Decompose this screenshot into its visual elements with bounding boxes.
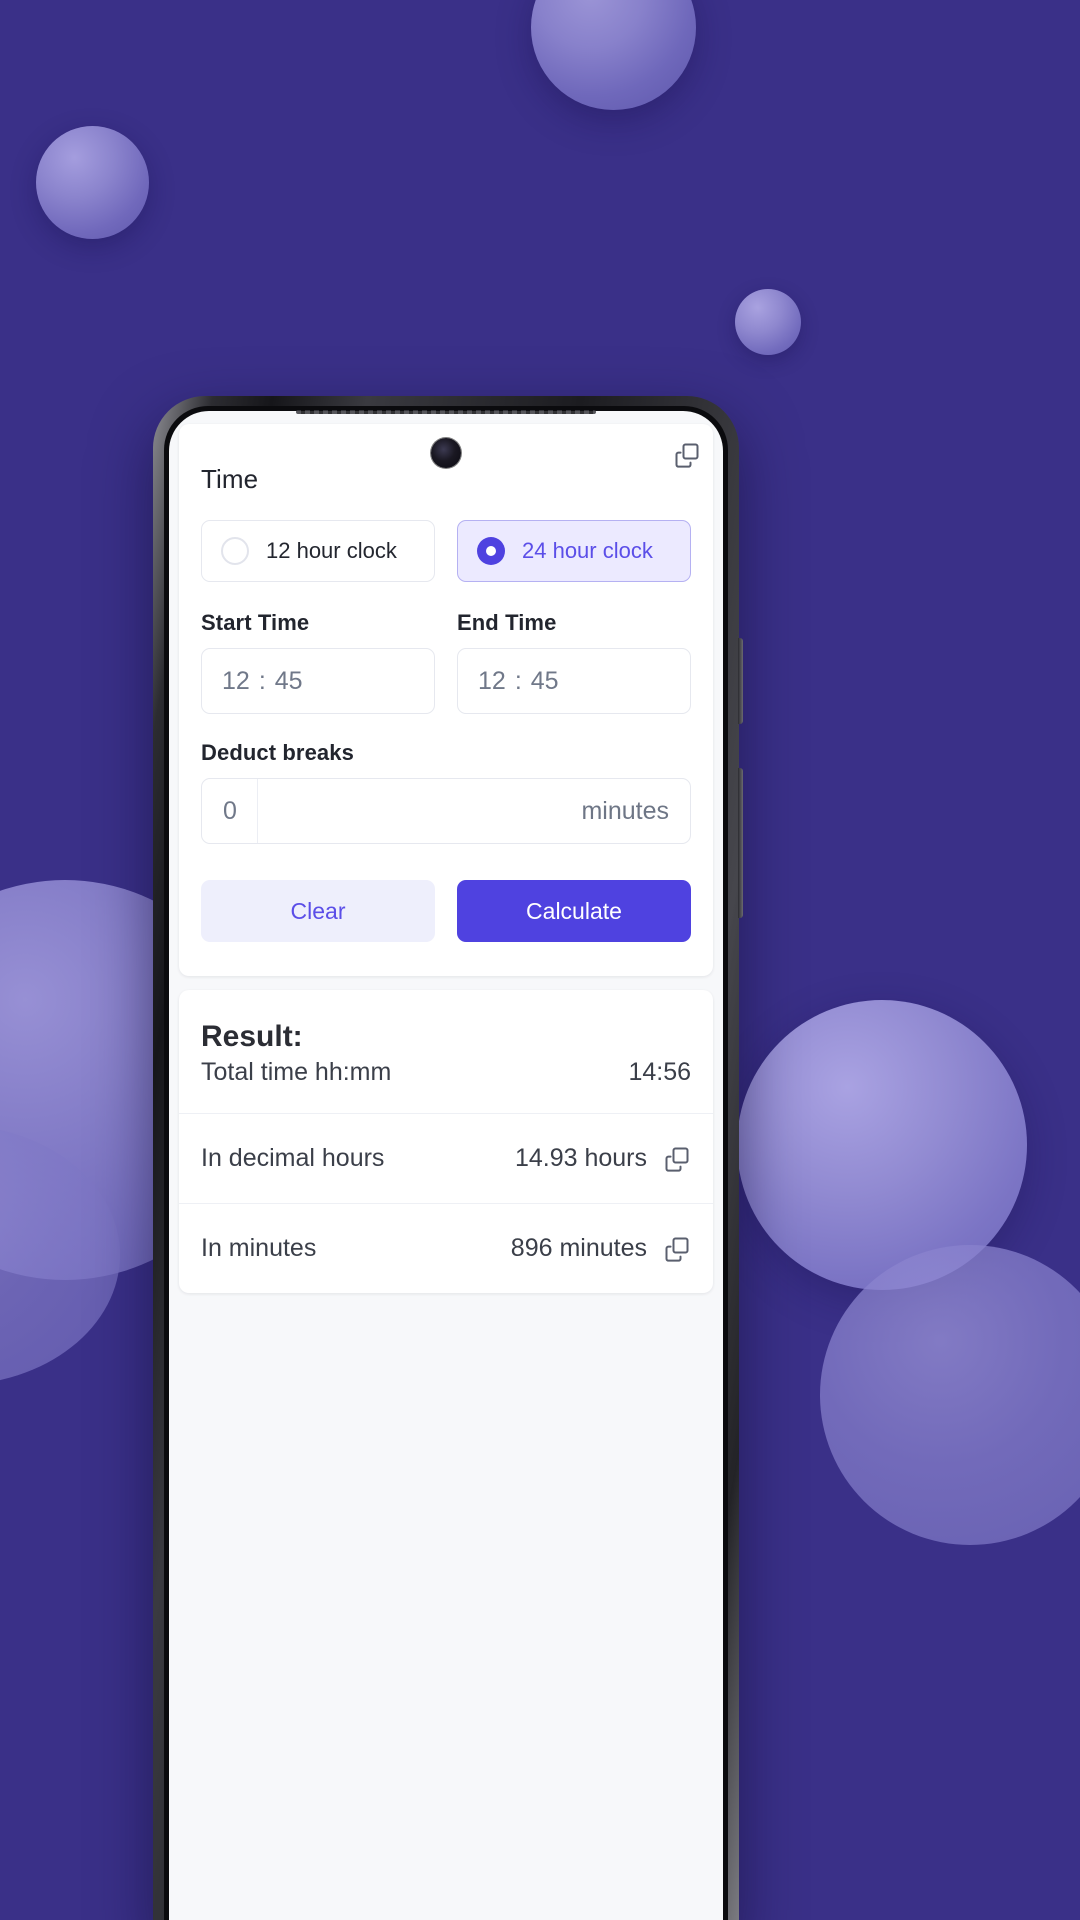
end-time-hours[interactable]: 12: [478, 667, 506, 696]
phone-mockup: Time 12 hour clock 24 hour clock Start T…: [153, 396, 743, 1920]
front-camera-icon: [431, 438, 461, 468]
result-row-label: In minutes: [201, 1234, 317, 1262]
phone-bezel: Time 12 hour clock 24 hour clock Start T…: [164, 406, 728, 1920]
copy-icon[interactable]: [663, 1235, 691, 1263]
phone-power-button: [738, 768, 743, 918]
result-row-value: 14.93 hours: [514, 1144, 647, 1172]
deduct-breaks-label: Deduct breaks: [201, 740, 354, 765]
start-time-separator: :: [258, 666, 266, 695]
radio-checked-icon: [477, 537, 505, 565]
clear-button[interactable]: Clear: [201, 880, 435, 942]
calculate-button[interactable]: Calculate: [457, 880, 691, 942]
result-row-value: 896 minutes: [510, 1234, 647, 1262]
page-title: Time: [201, 464, 259, 494]
start-time-hours[interactable]: 12: [222, 667, 250, 696]
action-buttons-row: Clear Calculate: [201, 880, 691, 942]
result-row-total-time: Total time hh:mm 14:56: [179, 1054, 713, 1113]
radio-unchecked-icon: [221, 537, 249, 565]
start-time-group: Start Time 12 : 45: [201, 610, 435, 714]
decorative-sphere: [531, 0, 696, 110]
result-title: Result:: [201, 1020, 303, 1053]
radio-option-label: 12 hour clock: [266, 538, 397, 563]
radio-option-label: 24 hour clock: [522, 538, 653, 563]
deduct-breaks-unit: minutes: [581, 796, 669, 825]
result-row-decimal-hours: In decimal hours 14.93 hours: [179, 1113, 713, 1203]
phone-volume-button: [738, 638, 743, 724]
radio-option-12-hour-clock[interactable]: 12 hour clock: [201, 520, 435, 582]
phone-earpiece: [296, 410, 596, 414]
result-row-label: Total time hh:mm: [201, 1058, 392, 1086]
clock-format-radio-group: 12 hour clock 24 hour clock: [201, 520, 691, 582]
decorative-sphere: [820, 1245, 1080, 1545]
start-time-input[interactable]: 12 : 45: [201, 648, 435, 714]
end-time-input[interactable]: 12 : 45: [457, 648, 691, 714]
decorative-sphere: [36, 126, 149, 239]
deduct-breaks-group: Deduct breaks 0 minutes: [201, 740, 691, 844]
copy-icon[interactable]: [663, 1145, 691, 1173]
time-fields-row: Start Time 12 : 45 End Time 12 : 45: [201, 610, 691, 714]
decorative-sphere: [735, 289, 801, 355]
time-input-card: Time 12 hour clock 24 hour clock Start T…: [179, 424, 713, 976]
end-time-group: End Time 12 : 45: [457, 610, 691, 714]
start-time-label: Start Time: [201, 610, 310, 635]
end-time-label: End Time: [457, 610, 557, 635]
deduct-breaks-value[interactable]: 0: [202, 779, 258, 843]
phone-screen: Time 12 hour clock 24 hour clock Start T…: [169, 411, 723, 1920]
end-time-separator: :: [514, 666, 522, 695]
radio-option-24-hour-clock[interactable]: 24 hour clock: [457, 520, 691, 582]
result-card: Result: Total time hh:mm 14:56 In decima…: [179, 443, 713, 1293]
result-row-value: 14:56: [628, 1058, 691, 1086]
result-row-label: In decimal hours: [201, 1144, 385, 1172]
time-duration-calculator-app: Time 12 hour clock 24 hour clock Start T…: [169, 411, 723, 1920]
result-row-minutes: In minutes 896 minutes: [179, 1203, 713, 1293]
deduct-breaks-input[interactable]: 0 minutes: [201, 778, 691, 844]
start-time-minutes[interactable]: 45: [275, 667, 303, 696]
end-time-minutes[interactable]: 45: [531, 667, 559, 696]
result-header: Result:: [179, 443, 713, 1054]
copy-icon[interactable]: [673, 441, 701, 469]
